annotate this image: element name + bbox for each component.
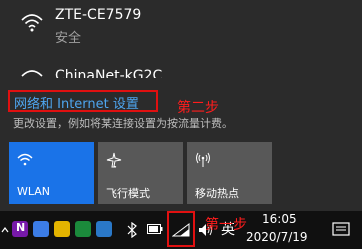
onenote-icon[interactable]: N [12,221,28,237]
clock-date[interactable]: 2020/7/19 [246,230,308,244]
tile-label: 移动热点 [195,187,239,200]
game-icon[interactable] [54,221,70,237]
network-settings-link[interactable]: 网络和 Internet 设置 [8,90,158,112]
sync-icon[interactable] [96,221,112,237]
network-item-zte[interactable]: ZTE-CE7579 安全 [0,0,362,52]
hotspot-icon [196,152,210,167]
tile-wlan[interactable]: WLAN [9,142,94,204]
network-status: 安全 [55,31,82,46]
tile-airplane-mode[interactable]: 飞行模式 [98,142,183,204]
tile-label: 飞行模式 [106,187,150,200]
wifi-icon [17,153,33,166]
network-item-chinanet[interactable]: ChinaNet-kG2C [0,60,362,84]
bluetooth-icon[interactable] [126,222,138,238]
wifi-secured-icon [21,14,43,32]
network-settings-label: 网络和 Internet 设置 [14,97,139,112]
network-tray-highlight [167,211,195,247]
clock-time[interactable]: 16:05 [262,212,297,226]
hidden-icons-chevron[interactable] [0,222,10,236]
network-flyout: ZTE-CE7579 安全 ChinaNet-kG2C 网络和 Internet… [0,0,362,211]
notification-icon[interactable] [332,222,350,238]
step1-annotation: 第一步 [205,217,247,233]
battery-icon[interactable] [147,224,163,234]
app2-icon[interactable] [75,221,91,237]
network-name: ZTE-CE7579 [55,7,142,23]
app-icon[interactable] [33,221,49,237]
settings-description: 更改设置，例如将某连接设置为按流量计费。 [13,117,233,130]
tile-mobile-hotspot[interactable]: 移动热点 [187,142,272,204]
tile-label: WLAN [17,185,51,198]
step2-annotation: 第二步 [177,100,219,116]
chevron-up-icon [1,227,9,233]
airplane-icon [106,152,122,168]
